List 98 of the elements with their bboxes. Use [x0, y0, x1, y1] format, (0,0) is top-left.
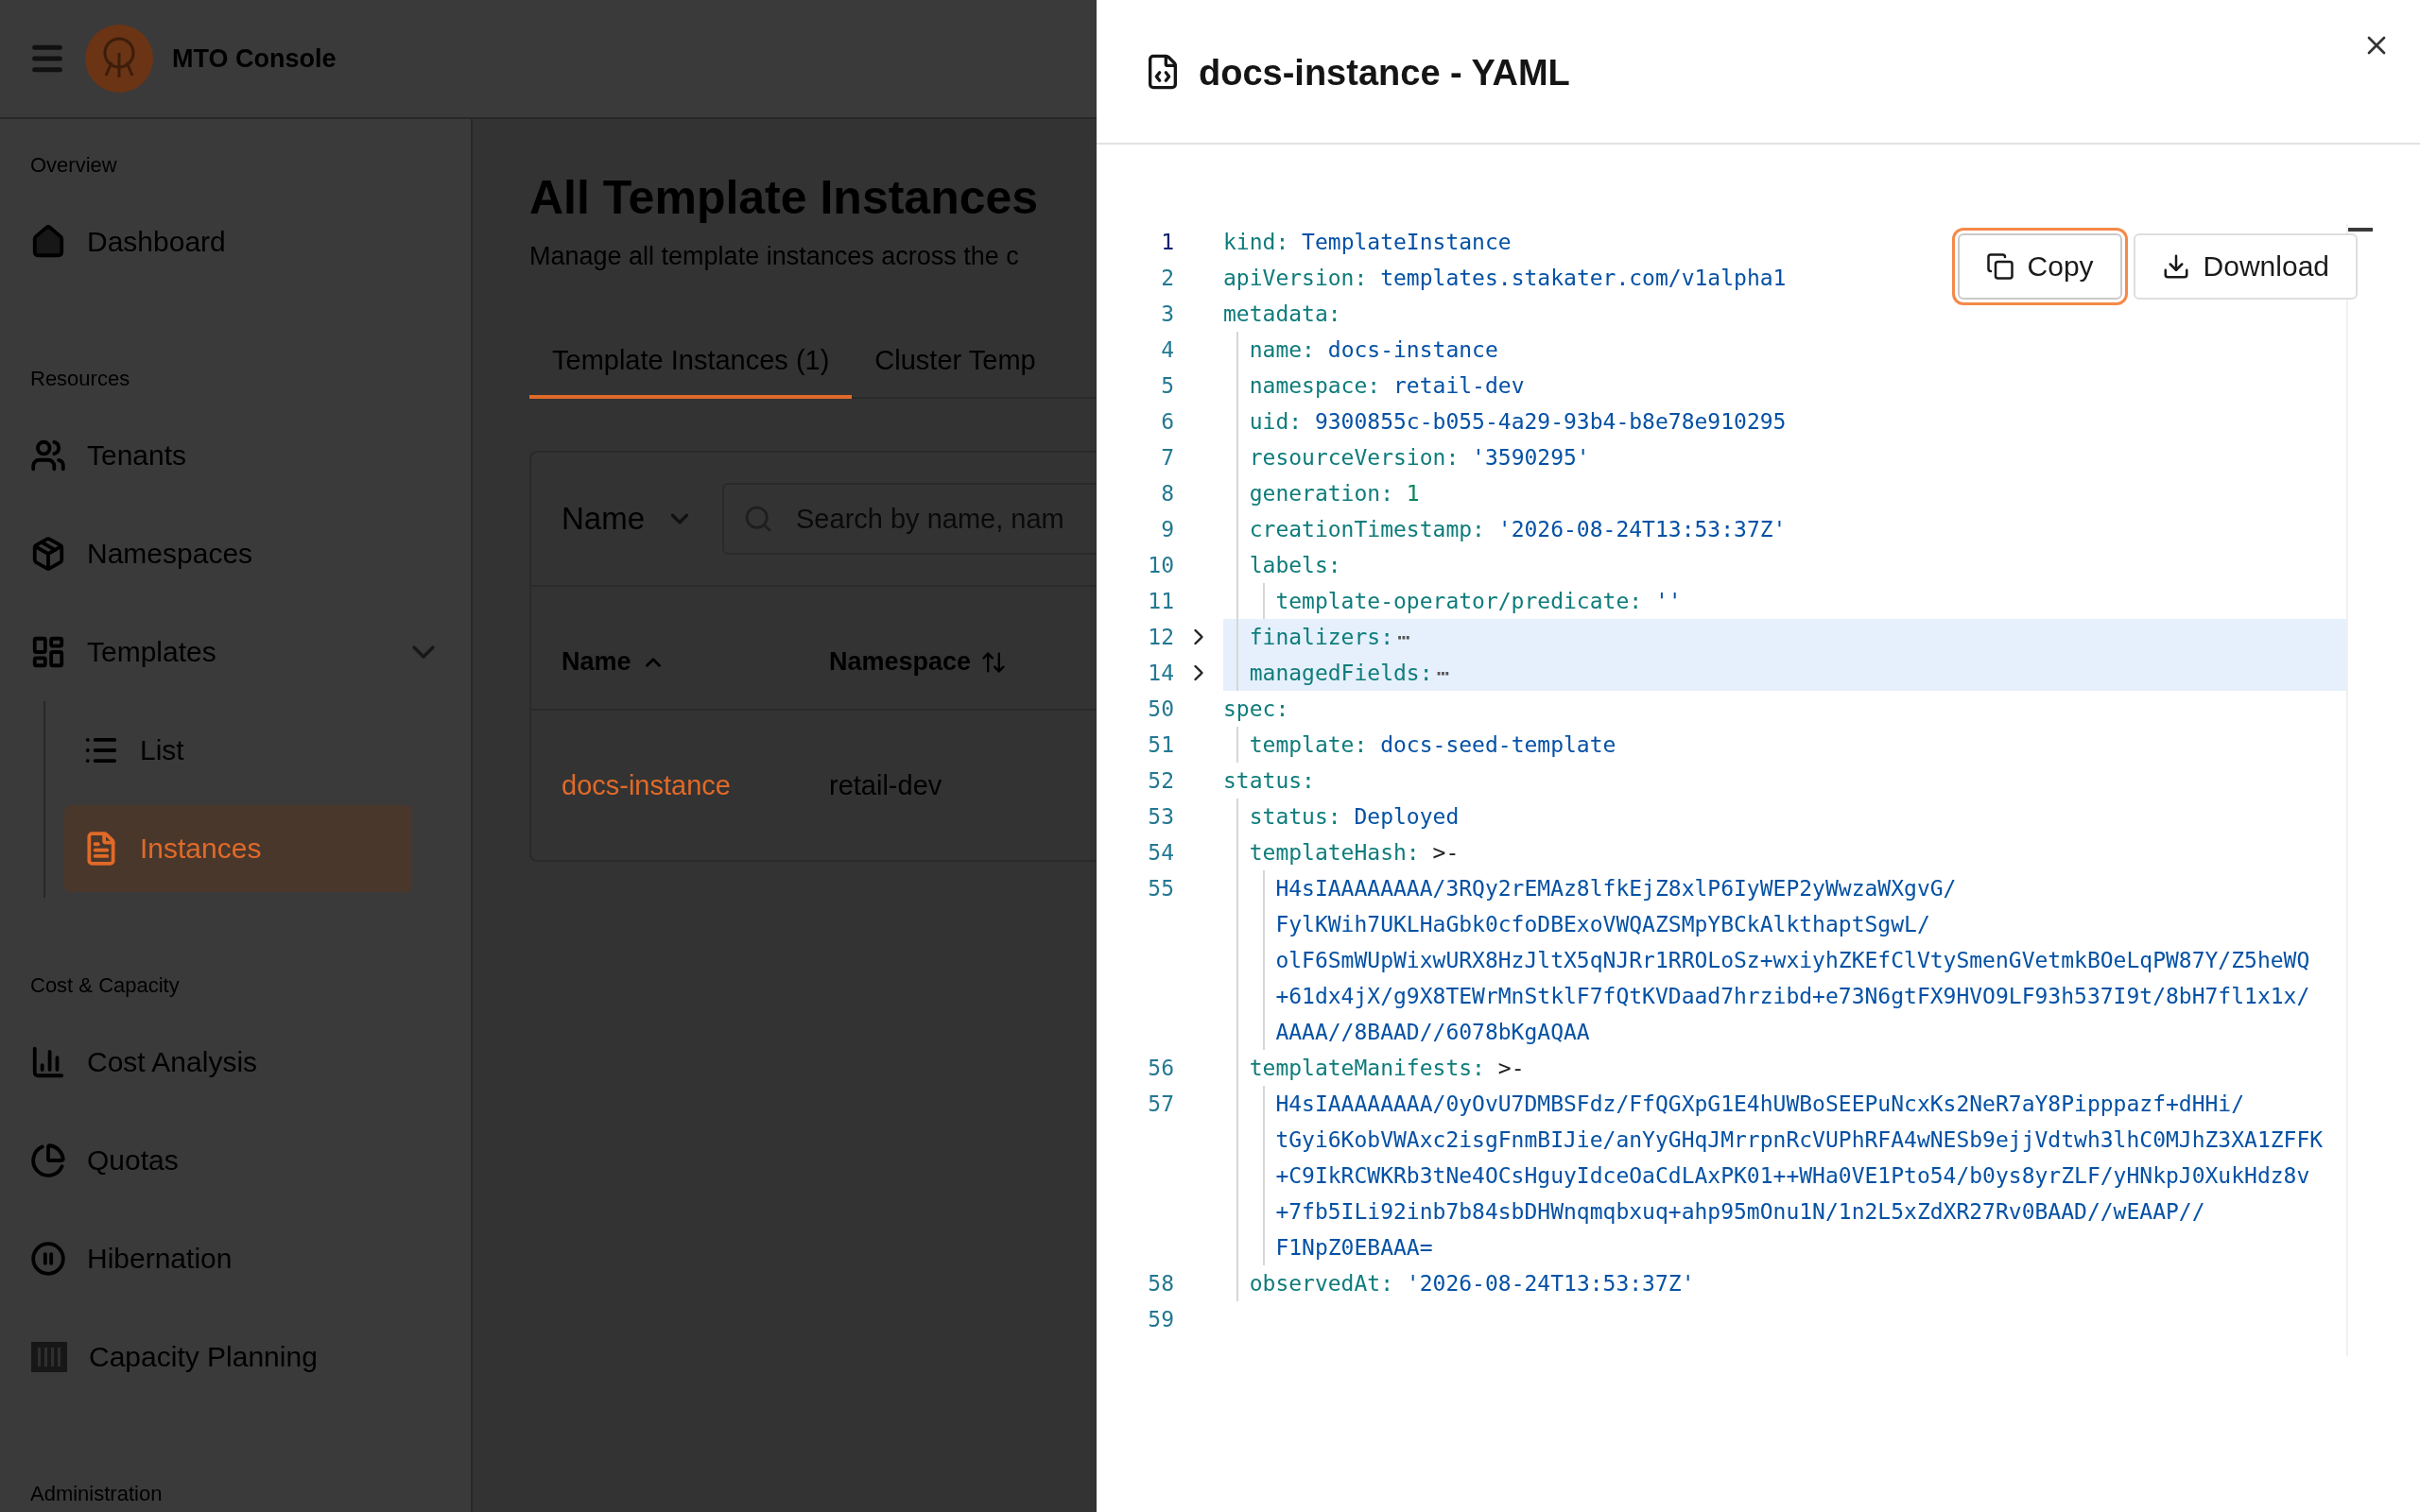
line-number: 55 [1147, 876, 1174, 901]
sidebar-item[interactable]: Quotas [30, 1117, 442, 1204]
code-text: +61dx4jX/g9X8TEWrMnStklF7fQtKVDaad7hrzibd+e73N6gtFX9HVO9LF93h537I9t/8bH7fl1x1x/ [1275, 984, 2310, 1008]
yaml-value: 1 [1405, 481, 1420, 506]
line-number: 56 [1147, 1056, 1174, 1080]
yaml-value: docs-instance [1326, 337, 1498, 362]
line-number: 11 [1147, 589, 1174, 613]
yaml-key: managedFields: [1249, 661, 1433, 685]
sidebar-item[interactable]: Instances [64, 805, 412, 892]
yaml-value: >- [1496, 1056, 1525, 1080]
yaml-key: status: [1223, 768, 1315, 793]
yaml-key: apiVersion: [1223, 266, 1368, 290]
bar-chart-icon [30, 1044, 66, 1080]
yaml-value: '2026-08-24T13:53:37Z' [1405, 1271, 1695, 1296]
line-number: 2 [1160, 266, 1174, 290]
line-number: 9 [1160, 517, 1174, 541]
line-number: 4 [1160, 337, 1174, 362]
line-number: 3 [1160, 301, 1174, 326]
line-number: 52 [1147, 768, 1174, 793]
code-text: FylKWih7UKLHaGbk0cfoDBExoVWQAZSMpYBCkAlkthaptSgwL/ [1275, 912, 1930, 936]
drawer-title: docs-instance - YAML [1199, 53, 1571, 94]
line-number: 6 [1160, 409, 1174, 434]
yaml-key: creationTimestamp: [1249, 517, 1485, 541]
yaml-key: resourceVersion: [1249, 445, 1460, 470]
dashboard-grid-icon [30, 634, 66, 670]
section-label: Resources [30, 367, 131, 391]
section-label: Cost & Capacity [30, 973, 181, 998]
yaml-value: retail-dev [1392, 373, 1525, 398]
yaml-key: template-operator/predicate: [1275, 589, 1643, 613]
line-number: 58 [1147, 1271, 1174, 1296]
yaml-value: templates.stakater.com/v1alpha1 [1379, 266, 1787, 290]
sidebar-item[interactable]: Capacity Planning [30, 1314, 442, 1400]
logo-icon [85, 25, 153, 93]
sidebar-item[interactable]: Cost Analysis [30, 1019, 442, 1106]
yaml-value: >- [1431, 840, 1460, 865]
scrollbar [2348, 228, 2373, 232]
yaml-key: observedAt: [1249, 1271, 1393, 1296]
line-number: 59 [1147, 1307, 1174, 1332]
code-text: H4sIAAAAAAAA/0yOvU7DMBSFdz/FfQGXpG1E4hUWBoSEEPuNcxKs2NeR7aY8Pipppazf+dHHi/ [1275, 1091, 2245, 1116]
sidebar-item[interactable]: Hibernation [30, 1215, 442, 1302]
line-number: 8 [1160, 481, 1174, 506]
yaml-key: generation: [1249, 481, 1393, 506]
yaml-key: name: [1249, 337, 1315, 362]
home-icon [30, 224, 66, 260]
yaml-key: status: [1249, 804, 1341, 829]
app-name: MTO Console [172, 43, 337, 74]
code-text: F1NpZ0EBAAA= [1275, 1235, 1433, 1260]
sidebar-item[interactable]: Dashboard [30, 198, 442, 285]
yaml-key: finalizers: [1249, 625, 1393, 649]
section-label: Administration [30, 1482, 164, 1506]
yaml-key: spec: [1223, 696, 1289, 721]
line-number: 10 [1147, 553, 1174, 577]
line-number: 14 [1147, 661, 1174, 685]
users-icon [30, 438, 66, 473]
columns-icon [30, 1341, 68, 1373]
yaml-key: templateManifests: [1249, 1056, 1485, 1080]
line-number: 5 [1160, 373, 1174, 398]
pie-chart-icon [30, 1143, 66, 1178]
line-number: 7 [1160, 445, 1174, 470]
pause-icon [30, 1241, 66, 1277]
line-number: 54 [1147, 840, 1174, 865]
yaml-value: '2026-08-24T13:53:37Z' [1496, 517, 1787, 541]
sidebar-item[interactable]: List [64, 707, 412, 794]
yaml-key: uid: [1249, 409, 1303, 434]
code-text: olF6SmWUpWixwURX8HzJltX5qNJRr1RROLoSz+wxiyhZKEfClVtySmenGVetmkBOeLqPW87Y/Z5heWQ [1275, 948, 2310, 972]
yaml-key: labels: [1249, 553, 1341, 577]
sidebar-item[interactable]: Namespaces [30, 510, 442, 597]
collapsed-marker[interactable]: ⋯ [1436, 661, 1450, 685]
yaml-value: docs-seed-template [1379, 732, 1616, 757]
sidebar-item[interactable]: Tenants [30, 412, 442, 499]
section-label: Overview [30, 153, 118, 178]
line-number: 57 [1147, 1091, 1174, 1116]
code-text: tGyi6KobVWAxc2isgFnmBIJie/anYyGHqJMrrpnRcVUPhRFA4wNESb9ejjVdtwh3lhC0MJhZ3XA1ZFFK [1275, 1127, 2324, 1152]
yaml-key: template: [1249, 732, 1368, 757]
yaml-key: metadata: [1223, 301, 1341, 326]
code-text: H4sIAAAAAAAA/3RQy2rEMAz8lfkEjZ8xlP6IyWEP2yWwzaWXgvG/ [1275, 876, 1957, 901]
yaml-key: namespace: [1249, 373, 1381, 398]
yaml-key: templateHash: [1249, 840, 1420, 865]
line-number: 50 [1147, 696, 1174, 721]
code-text: +7fb5ILi92inb7b84sbDHWnqmqbxuq+ahp95mOnu1N/1n2L5xZdXR27Rv0BAAD//wEAAP// [1275, 1199, 2205, 1224]
line-number: 53 [1147, 804, 1174, 829]
yaml-value: 9300855c-b055-4a29-93b4-b8e78e910295 [1313, 409, 1787, 434]
line-number: 1 [1160, 230, 1174, 254]
sidebar-item[interactable]: Templates [30, 609, 442, 696]
yaml-value: TemplateInstance [1301, 230, 1512, 254]
yaml-value: '' [1653, 589, 1682, 613]
line-number: 12 [1147, 625, 1174, 649]
instance-link[interactable]: docs-instance [562, 769, 829, 801]
copy-icon [1985, 252, 2014, 281]
line-number: 51 [1147, 732, 1174, 757]
download-button[interactable]: Download [2133, 233, 2358, 300]
package-icon [30, 536, 66, 572]
yaml-value: '3590295' [1471, 445, 1590, 470]
yaml-value: Deployed [1353, 804, 1460, 829]
code-text: +C9IkRCWKRb3tNe4OCsHguyIdceOaCdLAxPK01++WHa0VE1Pto54/b0ys8yrZLF/yHNkpJ0XukHdz8v [1275, 1163, 2310, 1188]
yaml-key: kind: [1223, 230, 1289, 254]
code-text: AAAA//8BAAD//6078bKgAQAA [1275, 1020, 1590, 1044]
collapsed-marker[interactable]: ⋯ [1397, 625, 1410, 649]
